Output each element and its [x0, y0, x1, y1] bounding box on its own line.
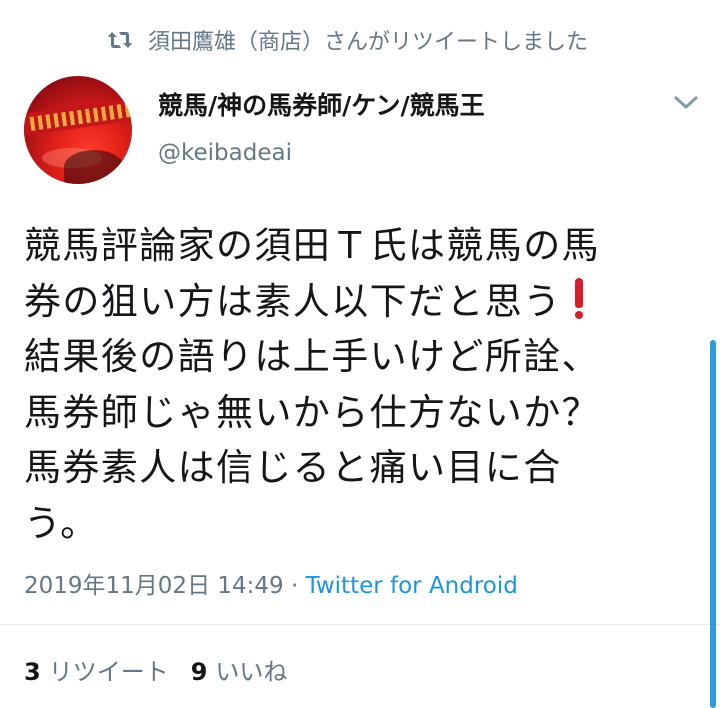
tweet-line: 馬券師じゃ無いから仕方ないか？: [24, 390, 600, 434]
chevron-down-icon[interactable]: [673, 94, 699, 112]
like-stat[interactable]: 9 いいね: [191, 652, 288, 687]
retweet-context-text: 須田鷹雄（商店）さんがリツイートしました: [148, 30, 589, 55]
red-exclamation-icon: [572, 276, 586, 320]
tweet-source-link[interactable]: Twitter for Android: [306, 573, 518, 599]
retweet-context[interactable]: 須田鷹雄（商店）さんがリツイートしました: [106, 22, 588, 58]
retweet-label: リツイート: [48, 658, 169, 686]
tweet-line-text: 券の狙い方は素人以下だと思う: [24, 279, 562, 323]
author-handle[interactable]: @keibadeai: [158, 140, 292, 166]
divider: [0, 624, 720, 625]
avatar[interactable]: [24, 76, 132, 184]
tweet-stats: 3 リツイート 9 いいね: [24, 652, 309, 687]
tweet-line: 券の狙い方は素人以下だと思う: [24, 274, 692, 330]
like-count: 9: [190, 658, 208, 686]
tweet-line: 競馬評論家の須田Ｔ氏は競馬の馬: [24, 224, 600, 267]
tweet-line: 結果後の語りは上手いけど所詮、: [24, 335, 600, 378]
scrollbar[interactable]: [710, 340, 716, 708]
avatar-shadow: [64, 150, 124, 184]
retweet-count: 3: [24, 658, 41, 686]
author-name[interactable]: 競馬/神の馬券師/ケン/競馬王: [158, 86, 485, 122]
tweet-text: 競馬評論家の須田Ｔ氏は競馬の馬 券の狙い方は素人以下だと思う 結果後の語りは上手…: [24, 218, 692, 551]
retweet-stat[interactable]: 3 リツイート: [24, 652, 169, 687]
tweet-meta: 2019年11月02日 14:49 · Twitter for Android: [24, 566, 518, 600]
tweet-timestamp[interactable]: 2019年11月02日 14:49: [24, 573, 284, 599]
like-label: いいね: [215, 658, 288, 686]
tweet-line: 馬券素人は信じると痛い目に合: [24, 446, 562, 489]
meta-separator: ·: [283, 573, 306, 599]
retweet-icon: [108, 32, 132, 48]
tweet-line: う。: [24, 501, 99, 545]
